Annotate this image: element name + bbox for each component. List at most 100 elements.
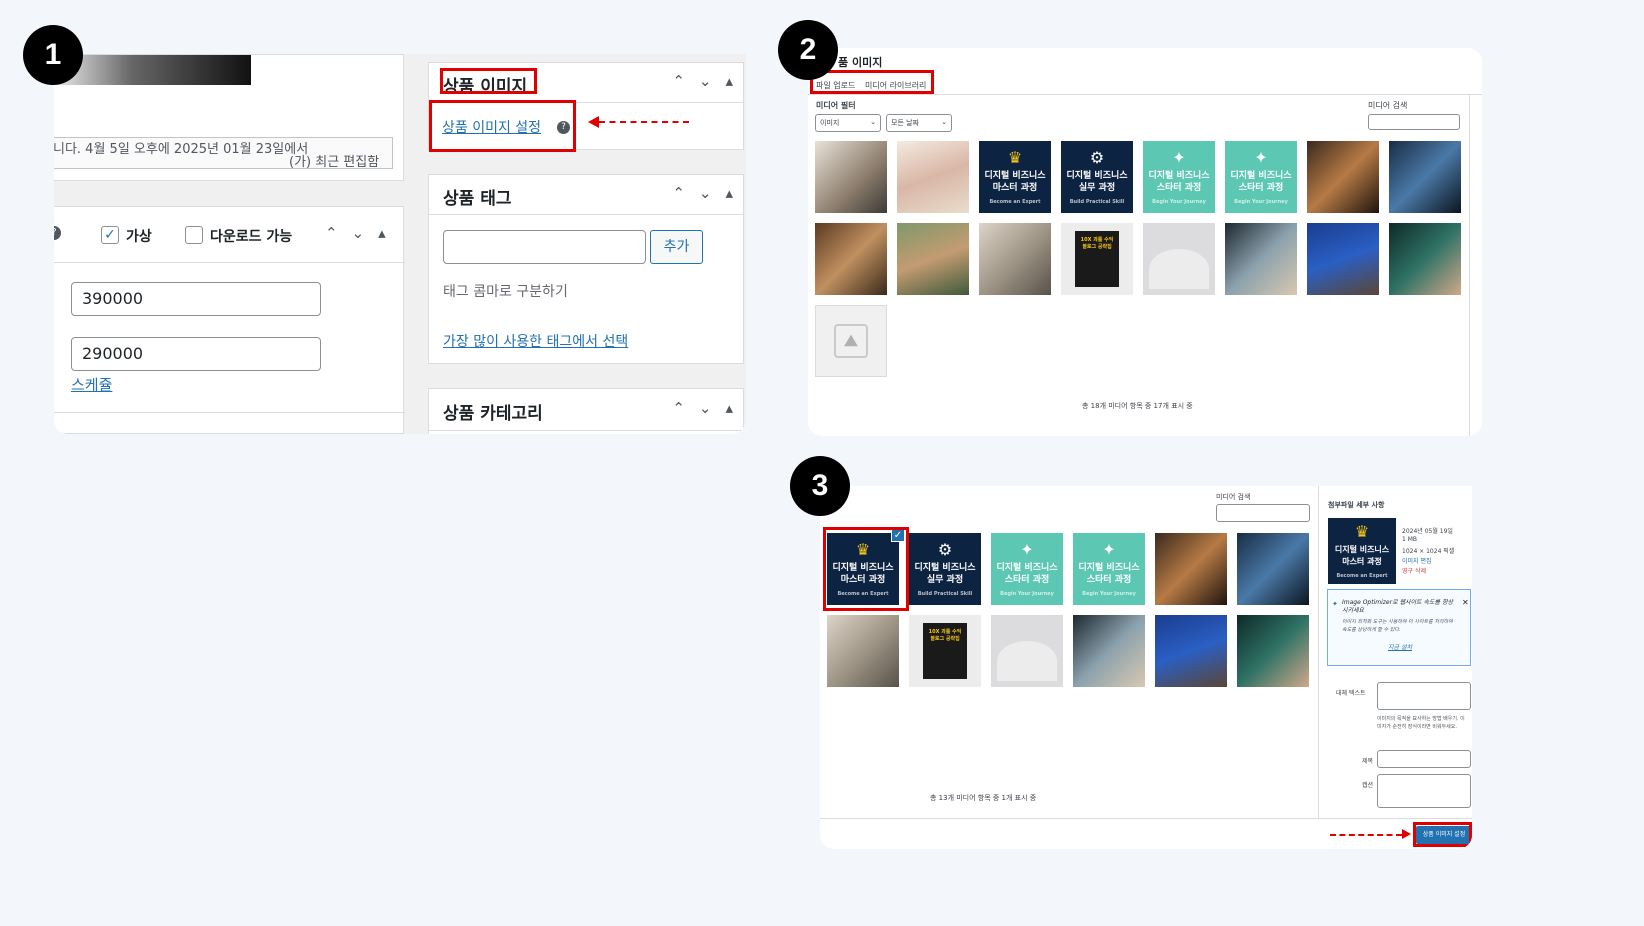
caption-label: 캡션 bbox=[1362, 782, 1374, 789]
media-thumb-starter[interactable]: ✦ 디지털 비즈니스 스타터 과정 Begin Your Journey bbox=[1225, 141, 1297, 213]
thumb-subtitle: Begin Your Journey bbox=[1152, 198, 1206, 205]
media-thumb[interactable] bbox=[815, 141, 887, 213]
preview-image bbox=[54, 55, 251, 85]
media-thumb[interactable] bbox=[897, 141, 969, 213]
media-thumb[interactable] bbox=[1307, 141, 1379, 213]
product-tag-title: 상품 태그 bbox=[443, 189, 512, 209]
product-category-title: 상품 카테고리 bbox=[443, 404, 543, 424]
schedule-link[interactable]: 스케쥴 bbox=[71, 374, 112, 395]
media-thumb[interactable] bbox=[897, 223, 969, 295]
media-thumb-practice[interactable]: ⚙ 디지털 비즈니스 실무 과정 Build Practical Skill bbox=[1061, 141, 1133, 213]
highlight-product-image-title bbox=[440, 68, 537, 94]
add-tag-button[interactable]: 추가 bbox=[650, 230, 703, 264]
attachment-preview: ♛ 디지털 비즈니스 마스터 과정 Become an Expert bbox=[1328, 518, 1396, 584]
highlight-tabs bbox=[810, 70, 934, 94]
media-thumb-empty[interactable]: ⛰ bbox=[815, 305, 887, 377]
pointer-arrow-head bbox=[588, 116, 599, 128]
lightbulb-icon: ✦ bbox=[1172, 147, 1186, 167]
media-count: 총 13개 미디어 항목 중 1개 표시 중 bbox=[930, 794, 1037, 802]
help-icon: ? bbox=[54, 226, 61, 240]
close-icon[interactable]: ✕ bbox=[1462, 598, 1469, 607]
panel-1-product-editor: 니다. 4월 5일 오후에 2025년 01월 23일에서 (가) 최근 편집함… bbox=[54, 54, 746, 434]
lightbulb-icon: ✦ bbox=[1332, 600, 1338, 608]
book-cover: 10X 과를 수익 블로그 공략집 bbox=[1075, 231, 1119, 287]
product-category-arrows[interactable]: ⌃ ⌄ ▴ bbox=[672, 399, 733, 417]
media-thumb-starter[interactable]: ✦ 디지털 비즈니스 스타터 과정 Begin Your Journey bbox=[991, 533, 1063, 605]
install-now-link[interactable]: 지금 설치 bbox=[1388, 642, 1412, 651]
alt-text-input[interactable] bbox=[1377, 682, 1471, 710]
media-thumb-starter[interactable]: ✦ 디지털 비즈니스 스타터 과정 Begin Your Journey bbox=[1073, 533, 1145, 605]
media-thumb[interactable] bbox=[1389, 223, 1461, 295]
product-data-box: ? ✓ 가상 다운로드 가능 ⌃⌄▴ 390000 290000 스케쥴 bbox=[54, 206, 405, 434]
attachment-details-title: 첨부파일 세부 사항 bbox=[1328, 501, 1385, 509]
media-thumb-practice[interactable]: ⚙ 디지털 비즈니스 실무 과정 Build Practical Skill bbox=[909, 533, 981, 605]
pointer-arrow-line bbox=[1330, 834, 1402, 836]
highlight-set-button bbox=[1413, 822, 1472, 847]
regular-price-input[interactable]: 390000 bbox=[71, 282, 321, 316]
sale-price-input[interactable]: 290000 bbox=[71, 337, 321, 371]
media-thumb-placeholder[interactable] bbox=[991, 615, 1063, 687]
panel-2-media-library: 품 이미지 파일 업로드 미디어 라이브러리 미디어 필터 이미지 ⌄ 모든 날… bbox=[808, 48, 1482, 436]
detail-size: 1 MB bbox=[1402, 536, 1418, 543]
toolbar-divider bbox=[820, 818, 1472, 819]
gear-icon: ⚙ bbox=[1089, 147, 1105, 167]
product-type-row: ? ✓ 가상 다운로드 가능 ⌃⌄▴ bbox=[54, 207, 405, 263]
thumb-title: 디지털 비즈니스 마스터 과정 bbox=[1334, 544, 1390, 566]
box-divider bbox=[54, 412, 405, 413]
product-tag-arrows[interactable]: ⌃ ⌄ ▴ bbox=[672, 184, 733, 202]
modal-title: 품 이미지 bbox=[838, 56, 883, 69]
thumb-title: 디지털 비즈니스 마스터 과정 bbox=[984, 170, 1046, 193]
media-thumb-starter[interactable]: ✦ 디지털 비즈니스 스타터 과정 Begin Your Journey bbox=[1143, 141, 1215, 213]
product-data-arrows[interactable]: ⌃⌄▴ bbox=[325, 224, 400, 242]
tag-hint: 태그 콤마로 구분하기 bbox=[443, 284, 568, 300]
thumb-subtitle: Become an Expert bbox=[989, 198, 1041, 205]
edit-image-link[interactable]: 이미지 편집 bbox=[1402, 556, 1432, 565]
optimizer-description: 이미지 최적화 도구는 사용하여 이 사이트를 처리하여 속도를 상당하게 할 … bbox=[1342, 619, 1453, 633]
thumb-title: 디지털 비즈니스 스타터 과정 bbox=[996, 562, 1058, 585]
media-thumb[interactable] bbox=[1155, 615, 1227, 687]
thumb-subtitle: Begin Your Journey bbox=[1082, 590, 1136, 597]
media-thumb[interactable] bbox=[1237, 533, 1309, 605]
product-image-arrows[interactable]: ⌃ ⌄ ▴ bbox=[672, 72, 733, 90]
media-search-label: 미디어 검색 bbox=[1216, 493, 1251, 501]
highlight-set-image-link bbox=[429, 100, 576, 152]
delete-permanently-link[interactable]: 영구 삭제 bbox=[1402, 566, 1426, 575]
media-thumb[interactable] bbox=[1307, 223, 1379, 295]
title-label: 제목 bbox=[1362, 758, 1374, 765]
thumb-subtitle: Become an Expert bbox=[1336, 572, 1388, 579]
product-category-box: 상품 카테고리 ⌃ ⌄ ▴ bbox=[428, 388, 744, 434]
product-tag-header: 상품 태그 ⌃ ⌄ ▴ bbox=[429, 175, 743, 215]
media-search-input[interactable] bbox=[1216, 504, 1310, 522]
media-thumb[interactable] bbox=[1389, 141, 1461, 213]
pointer-arrow-line bbox=[599, 121, 689, 123]
detail-date: 2024년 05월 19일 bbox=[1402, 528, 1453, 535]
media-thumb-book[interactable]: 10X 과를 수익 블로그 공략집 bbox=[1061, 223, 1133, 295]
caption-input[interactable] bbox=[1377, 774, 1471, 808]
most-used-tags-link[interactable]: 가장 많이 사용한 태그에서 선택 bbox=[443, 331, 628, 351]
thumb-title: 디지털 비즈니스 실무 과정 bbox=[914, 562, 976, 585]
media-thumb[interactable] bbox=[979, 223, 1051, 295]
book-cover: 10X 과를 수익 블로그 공략집 bbox=[923, 623, 967, 679]
media-thumb[interactable] bbox=[1225, 223, 1297, 295]
media-thumb-placeholder[interactable] bbox=[1143, 223, 1215, 295]
wave-graphic bbox=[997, 641, 1057, 681]
thumb-title: 디지털 비즈니스 실무 과정 bbox=[1066, 170, 1128, 193]
thumb-subtitle: Build Practical Skill bbox=[1069, 198, 1125, 205]
optimizer-notice: ✦ Image Optimizer로 웹사이트 속도를 향상시키세요 ✕ 이미지… bbox=[1327, 589, 1471, 666]
downloadable-checkbox[interactable] bbox=[185, 226, 203, 244]
product-tag-box: 상품 태그 ⌃ ⌄ ▴ 추가 태그 콤마로 구분하기 가장 많이 사용한 태그에서 … bbox=[428, 174, 744, 364]
title-input[interactable] bbox=[1377, 750, 1471, 768]
editor-preview-box: 니다. 4월 5일 오후에 2025년 01월 23일에서 (가) 최근 편집함 bbox=[54, 54, 404, 181]
virtual-label: 가상 bbox=[126, 229, 152, 245]
media-thumb-master[interactable]: ♛ 디지털 비즈니스 마스터 과정 Become an Expert bbox=[979, 141, 1051, 213]
media-thumb[interactable] bbox=[1155, 533, 1227, 605]
media-thumb[interactable] bbox=[1237, 615, 1309, 687]
virtual-checkbox[interactable]: ✓ bbox=[101, 226, 119, 244]
last-edited-text: (가) 최근 편집함 bbox=[289, 155, 380, 170]
media-thumb[interactable] bbox=[815, 223, 887, 295]
media-thumb[interactable] bbox=[827, 615, 899, 687]
tag-input[interactable] bbox=[443, 230, 646, 264]
media-thumb[interactable] bbox=[1073, 615, 1145, 687]
gear-icon: ⚙ bbox=[937, 539, 953, 559]
media-thumb-book[interactable]: 10X 과를 수익 블로그 공략집 bbox=[909, 615, 981, 687]
